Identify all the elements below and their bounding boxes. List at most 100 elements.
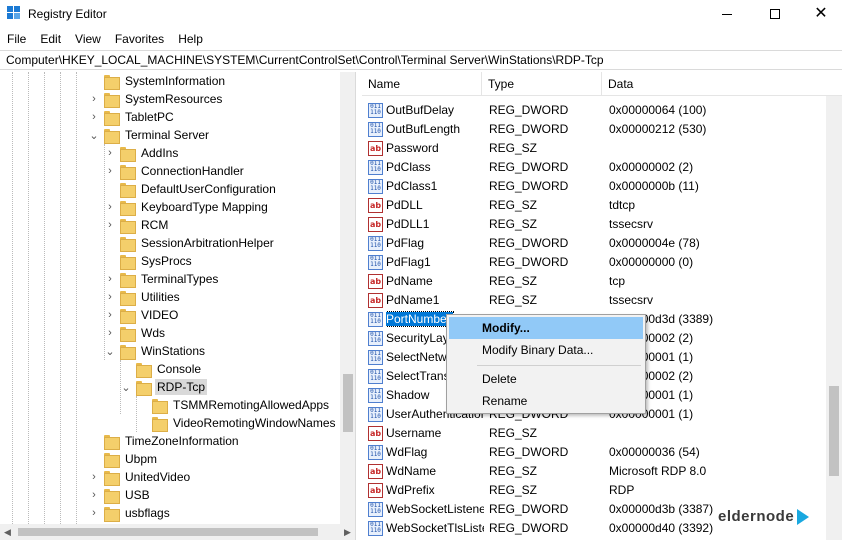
list-scroll-thumb[interactable] [829,386,839,476]
registry-value-row[interactable]: ab PdDLL REG_SZ tdtcp [362,196,828,215]
chevron-right-icon[interactable]: › [104,324,116,342]
registry-value-row[interactable]: 011 110 WdFlag REG_DWORD 0x00000036 (54) [362,443,828,462]
registry-value-row[interactable]: 011 110 OutBufDelay REG_DWORD 0x00000064 (1… [362,101,828,120]
tree-item[interactable]: TimeZoneInformation [88,432,241,450]
menu-view[interactable]: View [68,30,108,48]
value-data: 0x0000000b (11) [609,179,699,193]
chevron-right-icon[interactable]: › [88,468,100,486]
title-bar: Registry Editor ✕ [0,0,842,28]
registry-value-row[interactable]: 011 110 PdClass1 REG_DWORD 0x0000000b (11) [362,177,828,196]
value-data [609,424,828,443]
tree-item[interactable]: SessionArbitrationHelper [104,234,276,252]
menu-item-delete[interactable]: Delete [449,368,643,390]
binary-value-icon: 011 110 [368,255,383,270]
key-tree: SystemInformation › SystemResources › Tablet… [0,72,356,540]
tree-item[interactable]: VideoRemotingWindowNames [136,414,338,432]
tree-item[interactable]: › Utilities [104,288,182,306]
tree-item[interactable]: › AddIns [104,144,180,162]
string-value-icon: ab [368,293,383,308]
folder-icon [104,506,120,522]
list-vertical-scrollbar[interactable] [826,96,842,540]
tree-hscroll-thumb[interactable] [18,528,318,536]
value-name-text: WebSocketTlsListenerPort [386,521,484,535]
chevron-right-icon[interactable]: › [104,306,116,324]
tree-item[interactable]: › usbflags [88,504,172,522]
tree-horizontal-scrollbar[interactable]: ◀ ▶ [0,524,355,540]
tree-item[interactable]: ⌄ Terminal Server [88,126,211,144]
tree-item[interactable]: TSMMRemotingAllowedApps [136,396,331,414]
value-name-text: PdFlag1 [386,255,431,269]
chevron-right-icon[interactable]: › [104,288,116,306]
menu-item-modify[interactable]: Modify... [449,317,643,339]
chevron-right-icon[interactable]: › [88,486,100,504]
tree-item[interactable]: › TerminalTypes [104,270,220,288]
string-value-icon: ab [368,426,383,441]
registry-value-row[interactable]: 011 110 PdClass REG_DWORD 0x00000002 (2) [362,158,828,177]
registry-value-row[interactable]: ab PdName REG_SZ tcp [362,272,828,291]
chevron-right-icon[interactable]: › [104,198,116,216]
registry-value-row[interactable]: 011 110 PdFlag REG_DWORD 0x0000004e (78) [362,234,828,253]
column-header-name[interactable]: Name [362,72,482,96]
scroll-right-icon[interactable]: ▶ [344,527,351,538]
registry-value-row[interactable]: 011 110 OutBufLength REG_DWORD 0x00000212 (… [362,120,828,139]
chevron-right-icon[interactable]: › [104,216,116,234]
tree-item[interactable]: Ubpm [88,450,159,468]
tree-item[interactable]: › USB [88,486,152,504]
value-name: PdFlag1 [386,253,484,272]
registry-value-row[interactable]: ab PdDLL1 REG_SZ tssecsrv [362,215,828,234]
tree-vertical-scrollbar[interactable] [340,72,355,524]
value-name-text: OutBufLength [386,122,461,136]
menu-file[interactable]: File [0,30,33,48]
registry-value-row[interactable]: ab PdName1 REG_SZ tssecsrv [362,291,828,310]
tree-item[interactable]: DefaultUserConfiguration [104,180,278,198]
registry-value-row[interactable]: ab Username REG_SZ [362,424,828,443]
tree-item-label: Ubpm [125,452,158,466]
tree-item[interactable]: SystemInformation [88,72,227,90]
tree-item[interactable]: SysProcs [104,252,194,270]
menu-favorites[interactable]: Favorites [108,30,171,48]
tree-item[interactable]: › Wds [104,324,167,342]
chevron-right-icon[interactable]: › [88,108,100,126]
tree-item[interactable]: › SystemResources [88,90,224,108]
folder-icon [152,398,168,414]
chevron-down-icon[interactable]: ⌄ [88,126,100,144]
address-bar[interactable]: Computer\HKEY_LOCAL_MACHINE\SYSTEM\Curre… [0,50,842,70]
folder-icon [120,200,136,216]
column-header-type[interactable]: Type [482,72,602,96]
chevron-right-icon[interactable]: › [104,270,116,288]
menu-item-rename[interactable]: Rename [449,390,643,412]
value-name-text: PdFlag [386,236,425,250]
chevron-right-icon[interactable]: › [88,90,100,108]
scroll-left-icon[interactable]: ◀ [4,527,11,538]
tree-item[interactable]: › RCM [104,216,170,234]
tree-item[interactable]: › VIDEO [104,306,180,324]
tree-item[interactable]: › KeyboardType Mapping [104,198,270,216]
registry-value-row[interactable]: ab Password REG_SZ [362,139,828,158]
chevron-right-icon[interactable]: › [104,144,116,162]
tree-item[interactable]: › ConnectionHandler [104,162,246,180]
registry-value-row[interactable]: ab WdName REG_SZ Microsoft RDP 8.0 [362,462,828,481]
registry-value-row[interactable]: 011 110 PdFlag1 REG_DWORD 0x00000000 (0) [362,253,828,272]
column-header-data[interactable]: Data [602,72,828,96]
value-data: 0x0000004e (78) [609,236,700,250]
tree-scroll-thumb[interactable] [343,374,353,432]
chevron-down-icon[interactable]: ⌄ [120,378,132,396]
tree-item[interactable]: Console [120,360,203,378]
chevron-down-icon[interactable]: ⌄ [104,342,116,360]
folder-icon [104,452,120,468]
menu-edit[interactable]: Edit [33,30,68,48]
close-icon: ✕ [814,5,828,22]
chevron-right-icon[interactable]: › [104,162,116,180]
close-button[interactable]: ✕ [798,0,842,28]
tree-item[interactable]: › TabletPC [88,108,176,126]
chevron-right-icon[interactable]: › [88,504,100,522]
menu-item-modify-binary[interactable]: Modify Binary Data... [449,339,643,361]
menu-help[interactable]: Help [171,30,210,48]
tree-item[interactable]: ⌄ RDP-Tcp [120,378,208,396]
registry-value-row[interactable]: ab WdPrefix REG_SZ RDP [362,481,828,500]
minimize-button[interactable] [704,0,750,28]
tree-item[interactable]: ⌄ WinStations [104,342,207,360]
tree-item[interactable]: › UnitedVideo [88,468,192,486]
maximize-button[interactable] [752,0,798,28]
string-value-icon: ab [368,217,383,232]
